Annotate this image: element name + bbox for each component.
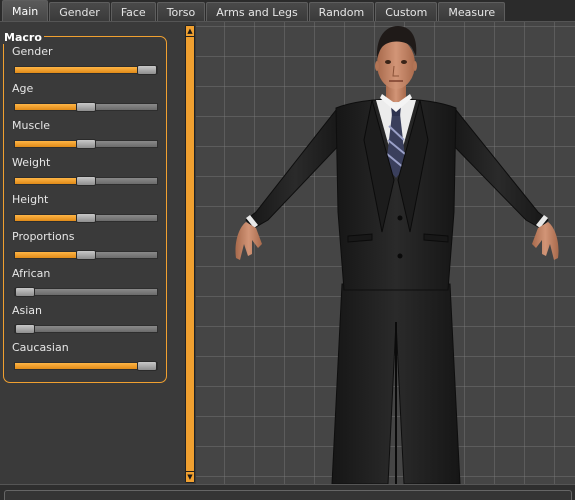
slider-handle[interactable] bbox=[76, 139, 96, 149]
panel-scrollbar[interactable]: ▲ ▼ bbox=[185, 25, 195, 483]
slider-track[interactable] bbox=[14, 287, 158, 297]
slider-fill bbox=[15, 67, 148, 73]
slider-handle[interactable] bbox=[76, 250, 96, 260]
slider-label: Gender bbox=[12, 45, 53, 58]
tab-list: Main Gender Face Torso Arms and Legs Ran… bbox=[0, 0, 575, 21]
slider-handle[interactable] bbox=[76, 102, 96, 112]
slider-track[interactable] bbox=[14, 102, 158, 112]
slider-label: Height bbox=[12, 193, 49, 206]
slider-handle[interactable] bbox=[137, 361, 158, 371]
3d-viewport[interactable] bbox=[196, 22, 575, 484]
slider-label: Caucasian bbox=[12, 341, 69, 354]
bottom-bar bbox=[0, 484, 575, 500]
tab-custom[interactable]: Custom bbox=[375, 2, 438, 21]
slider-handle[interactable] bbox=[14, 287, 35, 297]
slider-track[interactable] bbox=[14, 176, 158, 186]
tab-torso[interactable]: Torso bbox=[156, 2, 206, 21]
slider-handle[interactable] bbox=[14, 324, 35, 334]
slider-handle[interactable] bbox=[76, 176, 96, 186]
human-model bbox=[235, 26, 559, 484]
slider-label: Age bbox=[12, 82, 34, 95]
left-panel: Macro Gender Age Muscle Weight Height Pr… bbox=[0, 22, 182, 484]
tab-face[interactable]: Face bbox=[110, 2, 156, 21]
slider-track[interactable] bbox=[14, 213, 158, 223]
slider-label: Asian bbox=[12, 304, 43, 317]
slider-fill bbox=[15, 363, 148, 369]
slider-track[interactable] bbox=[14, 324, 158, 334]
slider-label: Muscle bbox=[12, 119, 51, 132]
tab-random[interactable]: Random bbox=[308, 2, 375, 21]
slider-label: Weight bbox=[12, 156, 51, 169]
tab-bar: Main Gender Face Torso Arms and Legs Ran… bbox=[0, 0, 575, 22]
scroll-up-icon[interactable]: ▲ bbox=[186, 26, 194, 37]
slider-track[interactable] bbox=[14, 250, 158, 260]
slider-handle[interactable] bbox=[137, 65, 158, 75]
scroll-down-icon[interactable]: ▼ bbox=[186, 471, 194, 482]
slider-track[interactable] bbox=[14, 65, 158, 75]
macro-group-title: Macro bbox=[2, 31, 44, 44]
tab-main[interactable]: Main bbox=[2, 0, 49, 21]
tab-gender[interactable]: Gender bbox=[49, 2, 110, 21]
slider-label: Proportions bbox=[12, 230, 75, 243]
slider-track[interactable] bbox=[14, 361, 158, 371]
slider-handle[interactable] bbox=[76, 213, 96, 223]
tab-measure[interactable]: Measure bbox=[438, 2, 506, 21]
slider-label: African bbox=[12, 267, 51, 280]
slider-track[interactable] bbox=[14, 139, 158, 149]
tab-arms-and-legs[interactable]: Arms and Legs bbox=[206, 2, 308, 21]
